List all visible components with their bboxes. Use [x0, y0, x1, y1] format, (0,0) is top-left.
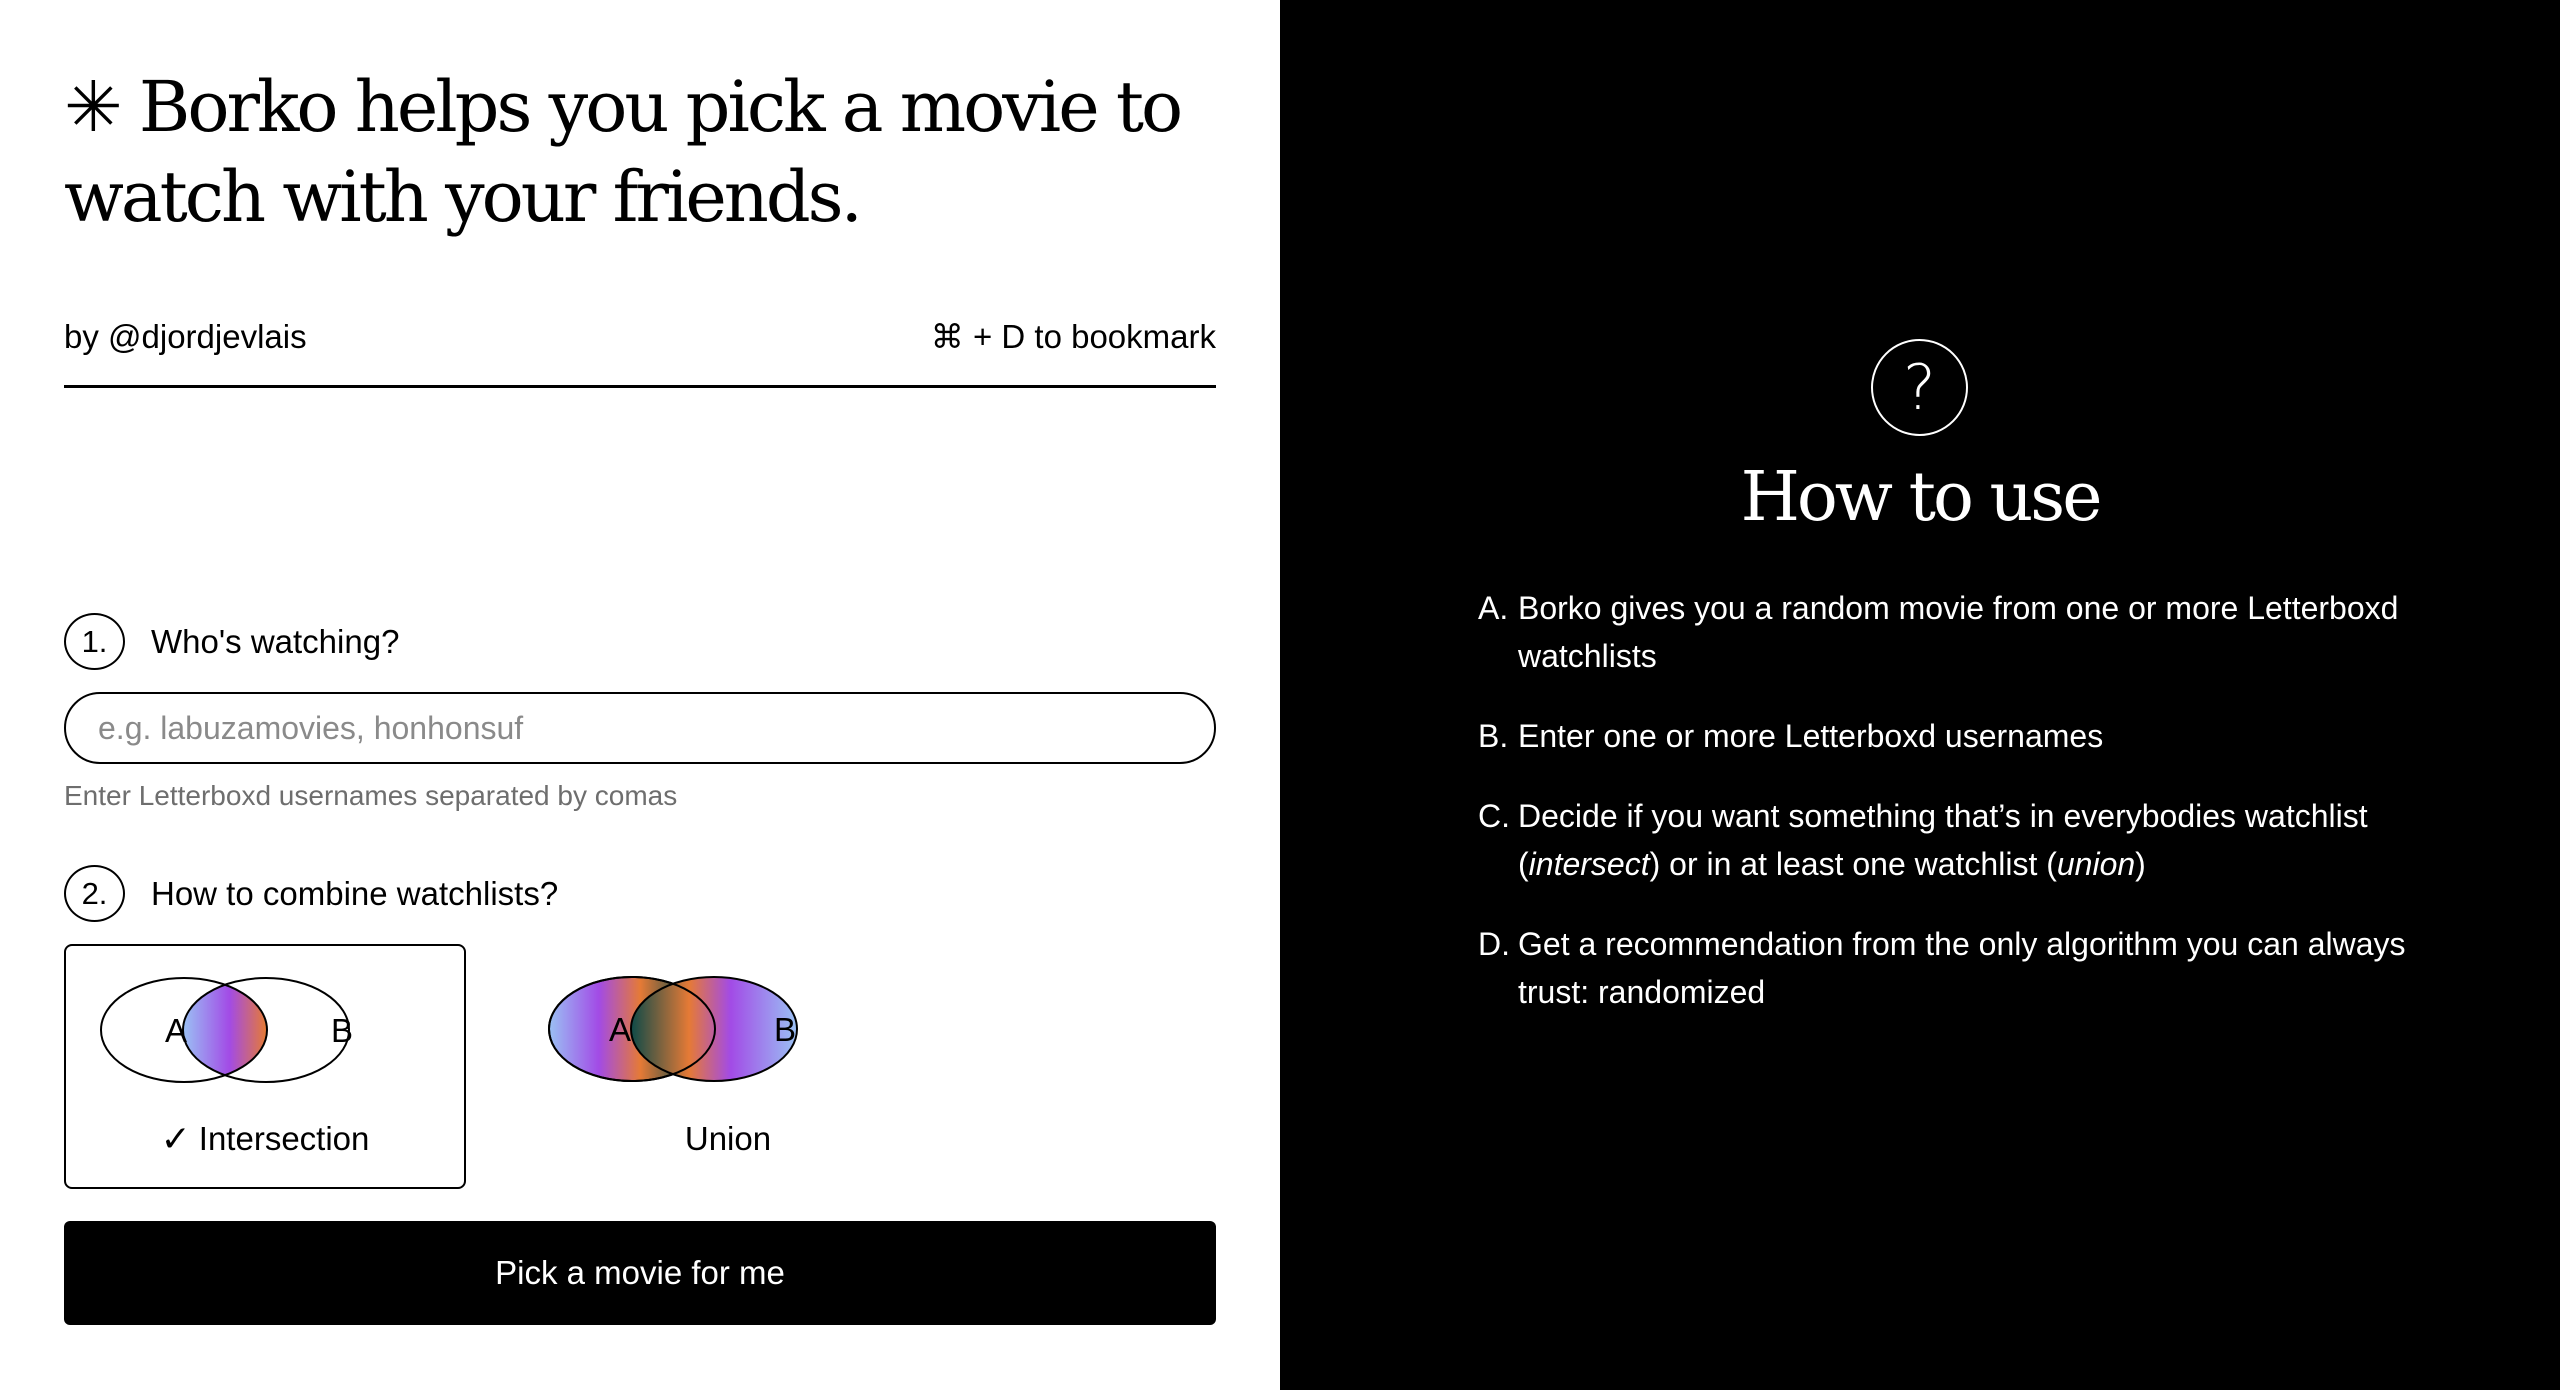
bookmark-hint: ⌘ + D to bookmark [930, 318, 1216, 355]
circle-b-label: B [774, 1011, 796, 1048]
help-step-text: Enter one or more Letterboxd usernames [1518, 718, 2104, 754]
asterisk-icon: ✳ [64, 66, 123, 148]
option-label-text: Union [684, 1120, 772, 1157]
usernames-hint: Enter Letterboxd usernames separated by … [64, 780, 678, 811]
intersect-term: intersect [1528, 846, 1650, 882]
help-step-text-part: ) [2135, 846, 2146, 882]
help-step-b: B. Enter one or more Letterboxd username… [1478, 712, 2438, 760]
step-number-badge: 2. [64, 865, 125, 922]
help-step-text-part: ) or in at least one watchlist ( [1649, 846, 2057, 882]
meta-row: by @djordjevlais ⌘ + D to bookmark [64, 312, 1216, 388]
intersection-label: ✓ Intersection [66, 1120, 464, 1158]
step-label: Who's watching? [151, 622, 400, 660]
question-mark-icon: ? [1871, 339, 1968, 436]
help-title: How to use [1740, 458, 2103, 537]
help-step-letter: A. [1478, 590, 1509, 626]
checkmark-icon: ✓ [160, 1118, 191, 1159]
usernames-input[interactable] [64, 692, 1216, 764]
step-1-heading: 1. Who's watching? [64, 613, 399, 670]
circle-a-label: A [165, 1012, 187, 1049]
page-title: ✳ Borko helps you pick a movie to watch … [64, 62, 1234, 242]
union-label: Union [529, 1120, 927, 1158]
author-credit: by @djordjevlais [64, 318, 307, 355]
circle-a-label: A [609, 1011, 631, 1048]
union-option[interactable]: A B Union [527, 944, 929, 1189]
help-step-a: A. Borko gives you a random movie from o… [1478, 584, 2438, 680]
intersection-option[interactable]: A B ✓ Intersection [64, 944, 466, 1189]
help-steps-list: A. Borko gives you a random movie from o… [1478, 584, 2438, 1048]
main-panel: ✳ Borko helps you pick a movie to watch … [0, 0, 1280, 1390]
step-number-badge: 1. [64, 613, 125, 670]
step-label: How to combine watchlists? [151, 874, 559, 912]
help-step-text: Decide if you want something that’s in e… [1518, 792, 2438, 888]
help-step-text: Borko gives you a random movie from one … [1518, 590, 2399, 674]
circle-b-label: B [331, 1012, 353, 1049]
union-term: union [2056, 846, 2136, 882]
option-label-text: Intersection [198, 1120, 370, 1157]
help-step-letter: D. [1478, 926, 1510, 962]
help-step-text: Get a recommendation from the only algor… [1518, 926, 2406, 1010]
app: ✳ Borko helps you pick a movie to watch … [0, 0, 2560, 1390]
help-panel: ? How to use A. Borko gives you a random… [1280, 0, 2560, 1390]
page-title-text: Borko helps you pick a movie to watch wi… [64, 66, 1183, 238]
help-step-letter: B. [1478, 718, 1509, 754]
pick-movie-button[interactable]: Pick a movie for me [64, 1221, 1216, 1325]
help-step-d: D. Get a recommendation from the only al… [1478, 920, 2438, 1016]
help-step-c: C. Decide if you want something that’s i… [1478, 792, 2438, 888]
step-2-heading: 2. How to combine watchlists? [64, 865, 558, 922]
help-step-letter: C. [1478, 798, 1510, 834]
